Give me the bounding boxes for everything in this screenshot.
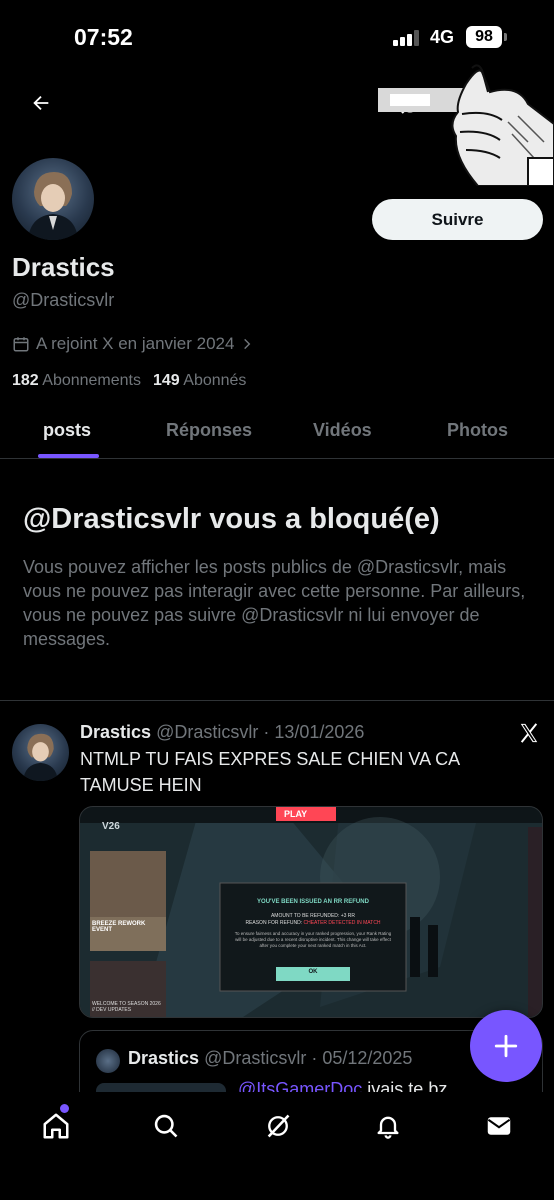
- profile-stats: 182 Abonnements 149 Abonnés: [12, 372, 246, 390]
- messages-icon[interactable]: [483, 1110, 515, 1142]
- media-game-logo: V26: [102, 821, 120, 832]
- post-header: Drastics @Drasticsvlr · 13/01/2026: [80, 722, 364, 743]
- chevron-right-icon: [244, 338, 251, 350]
- tab-videos[interactable]: Vidéos: [313, 420, 372, 441]
- quote-header: Drastics @Drasticsvlr · 05/12/2025: [128, 1048, 412, 1069]
- home-notification-dot: [60, 1104, 69, 1113]
- bottom-nav: [0, 1092, 554, 1200]
- following-label: Abonnements: [42, 372, 141, 389]
- tab-indicator: [38, 454, 99, 458]
- search-icon[interactable]: [150, 1110, 182, 1142]
- post-meta: @Drasticsvlr · 13/01/2026: [156, 722, 365, 742]
- network-type: 4G: [430, 27, 455, 47]
- followers-link[interactable]: 149 Abonnés: [153, 372, 246, 390]
- post-text: NTMLP TU FAIS EXPRES SALE CHIEN VA CA TA…: [80, 749, 460, 795]
- post-media-image[interactable]: V26 PLAY BREEZE REWORK EVENT WELCOME TO …: [79, 806, 543, 1018]
- quote-author-name: Drastics: [128, 1048, 200, 1068]
- pointing-hand-sticker: [378, 62, 554, 187]
- media-play-label: PLAY: [284, 809, 308, 819]
- compose-button[interactable]: [470, 1010, 542, 1082]
- blocked-description: Vous pouvez afficher les posts publics d…: [23, 557, 526, 649]
- refund-reason-prefix: REASON FOR REFUND:: [245, 920, 304, 926]
- divider: [0, 700, 554, 701]
- profile-display-name: Drastics: [12, 252, 115, 282]
- tab-photos[interactable]: Photos: [447, 420, 508, 441]
- calendar-icon: [13, 337, 29, 352]
- profile-joined[interactable]: A rejoint X en janvier 2024: [12, 334, 254, 354]
- grok-icon[interactable]: [262, 1110, 294, 1142]
- refund-reason: REASON FOR REFUND: CHEATER DETECTED IN M…: [220, 920, 406, 926]
- media-left-card-bottom: WELCOME TO SEASON 2026 // DEV UPDATES: [92, 1001, 161, 1013]
- notifications-icon[interactable]: [372, 1110, 404, 1142]
- joined-text: A rejoint X en janvier 2024: [36, 334, 235, 353]
- media-left-card-title: BREEZE REWORK EVENT: [92, 921, 146, 933]
- profile-handle: @Drasticsvlr: [12, 290, 115, 310]
- profile-avatar[interactable]: [12, 158, 94, 240]
- battery-level: 98: [475, 28, 493, 45]
- x-logo-icon[interactable]: [518, 722, 540, 744]
- following-link[interactable]: 182 Abonnements: [12, 372, 141, 390]
- plus-icon: [494, 1034, 518, 1058]
- quote-avatar: [96, 1049, 120, 1073]
- following-count: 182: [12, 372, 39, 389]
- refund-ok-button: OK: [308, 969, 318, 975]
- followers-count: 149: [153, 372, 180, 389]
- status-time: 07:52: [74, 24, 133, 50]
- profile-tabs: posts Réponses Vidéos Photos: [0, 404, 554, 459]
- refund-amount: AMOUNT TO BE REFUNDED: +3 RR: [270, 913, 356, 919]
- signal-icon: [393, 30, 423, 46]
- refund-body: To ensure fairness and accuracy in your …: [234, 931, 392, 948]
- refund-reason-value: CHEATER DETECTED IN MATCH: [303, 920, 381, 926]
- home-icon[interactable]: [40, 1110, 72, 1142]
- follow-button[interactable]: Suivre: [372, 199, 543, 240]
- tab-replies[interactable]: Réponses: [166, 420, 252, 441]
- arrow-left-icon[interactable]: [26, 88, 56, 118]
- refund-dialog-title: YOU'VE BEEN ISSUED AN RR REFUND: [257, 899, 369, 905]
- status-bar: 07:52 4G 98: [0, 0, 554, 70]
- quote-meta: @Drasticsvlr · 05/12/2025: [204, 1048, 413, 1068]
- post-avatar[interactable]: [12, 724, 69, 781]
- tab-posts[interactable]: posts: [43, 420, 91, 441]
- post-author-name[interactable]: Drastics: [80, 722, 151, 742]
- refund-dialog: YOU'VE BEEN ISSUED AN RR REFUND AMOUNT T…: [220, 883, 406, 991]
- followers-label: Abonnés: [183, 372, 247, 389]
- blocked-title: @Drasticsvlr vous a bloqué(e): [23, 503, 440, 535]
- battery-icon: 98: [466, 26, 507, 48]
